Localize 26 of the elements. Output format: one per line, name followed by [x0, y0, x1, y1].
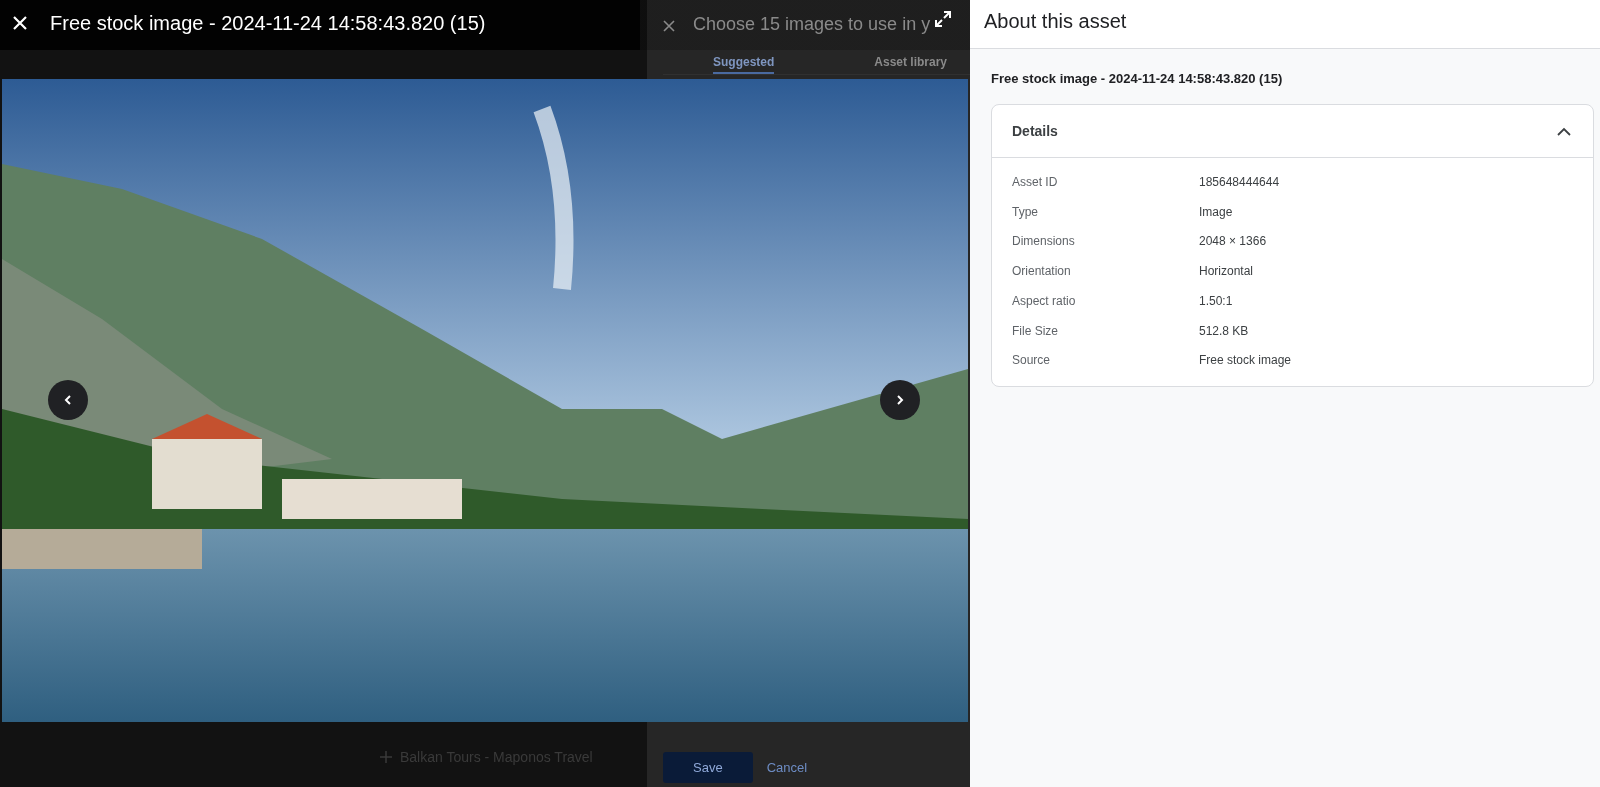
chevron-up-icon [1557, 126, 1571, 136]
detail-value: 2048 × 1366 [1199, 233, 1268, 251]
detail-label: Asset ID [1012, 174, 1059, 191]
plus-icon [380, 751, 392, 763]
tab[interactable]: Suggested [713, 55, 775, 74]
detail-label: File Size [1012, 322, 1059, 340]
tab[interactable]: Asset library [874, 55, 948, 74]
detail-value: 512.8 KB [1199, 322, 1250, 340]
cancel-button[interactable]: Cancel [766, 752, 808, 783]
detail-label: Type [1012, 203, 1039, 221]
detail-label: Aspect ratio [1012, 292, 1077, 310]
detail-label: Source [1012, 352, 1052, 370]
asset-name: Free stock image - 2024-11-24 14:58:43.820 (15) [991, 71, 1284, 86]
details-header[interactable]: Details [992, 105, 1593, 158]
image-title: Free stock image - 2024-11-24 14:58:43.820 (15) [50, 11, 486, 36]
fullscreen-icon[interactable] [934, 10, 952, 28]
detail-value: Horizontal [1199, 263, 1255, 281]
detail-label: Dimensions [1012, 233, 1076, 251]
detail-value: 185648444644 [1199, 174, 1281, 191]
detail-value: 1.50:1 [1199, 292, 1234, 310]
save-button[interactable]: Save [663, 752, 753, 783]
dialog-title: Choose 15 images to use in y [693, 14, 931, 35]
detail-label: Orientation [1012, 263, 1072, 281]
detail-value: Image [1199, 203, 1234, 221]
panel-title: About this asset [984, 10, 1127, 32]
detail-value: Free stock image [1199, 352, 1293, 370]
